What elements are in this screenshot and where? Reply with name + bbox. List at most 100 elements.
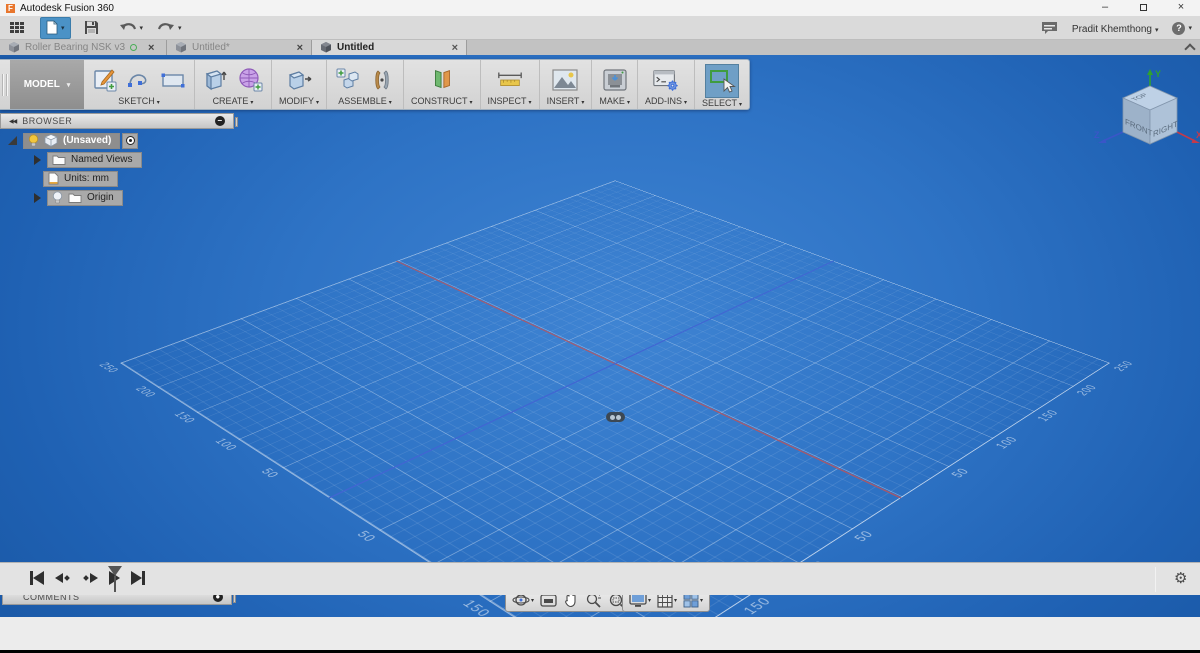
minimize-button[interactable]: – — [1086, 0, 1124, 16]
go-to-end-button[interactable] — [131, 570, 145, 586]
rectangle-button[interactable] — [159, 65, 187, 95]
grid-measure-label: 250 — [96, 361, 122, 374]
addins-scripts-button[interactable] — [652, 65, 680, 95]
units-item[interactable]: Units: mm — [43, 171, 118, 187]
axis-z-label: Z — [1094, 130, 1100, 140]
quick-access-toolbar: ▾ ▾ ▾ Pradit Khemthong▾ ?▾ — [0, 16, 1200, 40]
addins-menu[interactable]: ADD-INS▾ — [645, 96, 687, 106]
insert-image-button[interactable] — [551, 65, 579, 95]
activate-component-radio[interactable] — [122, 133, 138, 149]
document-name: (Unsaved) — [63, 135, 111, 146]
expander-closed-icon[interactable] — [34, 155, 41, 165]
save-button[interactable] — [79, 17, 104, 39]
expander-closed-icon[interactable] — [34, 193, 41, 203]
construct-plane-button[interactable] — [428, 65, 456, 95]
tab-untitled-1[interactable]: Untitled* × — [167, 40, 312, 55]
tab-close-button[interactable]: × — [297, 42, 303, 54]
browser-panel-grip[interactable] — [235, 117, 238, 127]
spline-icon — [126, 67, 152, 93]
tab-roller-bearing[interactable]: Roller Bearing NSK v3 × — [0, 40, 167, 55]
ribbon-grip-handle[interactable] — [0, 60, 10, 109]
undo-button[interactable]: ▾ — [114, 17, 149, 39]
spline-button[interactable] — [125, 65, 153, 95]
workspace-caret-icon: ▾ — [67, 81, 71, 89]
display-caret-icon: ▾ — [648, 597, 651, 604]
joint-button[interactable] — [368, 65, 396, 95]
step-forward-button[interactable] — [82, 570, 98, 586]
expander-open-icon[interactable] — [8, 136, 17, 145]
timeline-marker-stem — [114, 576, 116, 592]
component-cube-icon — [44, 134, 58, 147]
origin-item[interactable]: Origin — [47, 190, 123, 206]
addins-scripts-icon — [652, 67, 680, 93]
document-root-item[interactable]: (Unsaved) — [23, 133, 120, 149]
browser-collapse-all-button[interactable]: − — [215, 116, 225, 126]
tree-row-origin[interactable]: Origin — [30, 190, 142, 205]
grid-measure-label: 50 — [258, 466, 283, 479]
select-menu[interactable]: SELECT▾ — [702, 98, 742, 108]
view-cube[interactable]: Y Z X TOP FRONT RIGHT — [1093, 63, 1200, 173]
file-menu-button[interactable]: ▾ — [40, 17, 71, 39]
comment-bubble-icon[interactable] — [1041, 21, 1058, 35]
tree-row-units[interactable]: Units: mm — [43, 171, 142, 186]
help-menu[interactable]: ?▾ — [1172, 22, 1192, 35]
sketch-menu[interactable]: SKETCH▾ — [118, 96, 160, 106]
new-component-button[interactable] — [334, 65, 362, 95]
workspace-switcher[interactable]: MODEL ▾ — [10, 60, 84, 109]
create-sketch-button[interactable] — [91, 65, 119, 95]
select-icon — [707, 66, 737, 96]
grid-measure-label: 100 — [992, 435, 1021, 451]
user-menu[interactable]: Pradit Khemthong▾ — [1072, 19, 1159, 37]
ground-grid: 2502001501005050100150200250200150100505… — [120, 180, 1110, 617]
viewport-canvas[interactable]: 2502001501005050100150200250200150100505… — [0, 55, 1200, 617]
browser-panel-header[interactable]: ◀◀ BROWSER − — [0, 113, 234, 129]
extrude-button[interactable] — [202, 65, 230, 95]
origin-marker[interactable] — [606, 412, 625, 422]
restore-button[interactable] — [1124, 0, 1162, 16]
make-menu[interactable]: MAKE▾ — [599, 96, 630, 106]
folder-icon — [68, 192, 82, 203]
close-button[interactable]: × — [1162, 0, 1200, 16]
timeline-settings-gear-icon[interactable]: ⚙ — [1174, 569, 1187, 587]
help-caret-icon: ▾ — [1188, 24, 1192, 32]
tab-untitled-2-active[interactable]: Untitled × — [312, 40, 467, 55]
collapse-panel-icon[interactable]: ◀◀ — [9, 118, 16, 125]
construct-menu[interactable]: CONSTRUCT▾ — [411, 96, 473, 106]
ribbon-group-create: CREATE▾ — [195, 60, 272, 109]
named-views-item[interactable]: Named Views — [47, 152, 142, 168]
measure-button[interactable] — [496, 65, 524, 95]
redo-button[interactable]: ▾ — [152, 17, 187, 39]
create-form-button[interactable] — [236, 65, 264, 95]
addins-caret-icon: ▾ — [684, 100, 687, 106]
tab-label: Untitled — [337, 42, 374, 53]
bulb-on-icon[interactable] — [28, 134, 39, 148]
workspace-label: MODEL — [24, 79, 60, 90]
construct-caret-icon: ▾ — [470, 100, 473, 106]
modify-menu[interactable]: MODIFY▾ — [279, 96, 319, 106]
insert-image-icon — [551, 67, 579, 93]
bulb-off-icon[interactable] — [52, 191, 63, 205]
tree-row-document[interactable]: (Unsaved) — [6, 133, 142, 148]
step-back-button[interactable] — [55, 570, 71, 586]
app-launcher-button[interactable] — [4, 17, 30, 39]
grid-measure-label: 50 — [850, 528, 877, 543]
tab-close-button[interactable]: × — [452, 42, 458, 54]
select-button[interactable] — [705, 64, 739, 98]
create-menu[interactable]: CREATE▾ — [213, 96, 254, 106]
make-3dprint-icon — [601, 67, 629, 93]
assemble-menu[interactable]: ASSEMBLE▾ — [338, 96, 392, 106]
insert-menu[interactable]: INSERT▾ — [547, 96, 585, 106]
inspect-menu[interactable]: INSPECT▾ — [488, 96, 532, 106]
redo-caret-icon: ▾ — [178, 24, 182, 32]
go-to-start-button[interactable] — [30, 570, 44, 586]
tab-close-button[interactable]: × — [148, 42, 154, 54]
timeline-marker[interactable] — [108, 566, 122, 592]
new-component-icon — [334, 66, 362, 94]
tree-row-named-views[interactable]: Named Views — [30, 152, 142, 167]
timeline-separator — [1155, 567, 1156, 592]
press-pull-button[interactable] — [285, 65, 313, 95]
collapse-toolbar-chevron-icon[interactable] — [1185, 42, 1194, 51]
make-3dprint-button[interactable] — [601, 65, 629, 95]
browser-tree: (Unsaved) Named Views Units: mm — [6, 133, 142, 209]
user-name: Pradit Khemthong — [1072, 24, 1152, 35]
